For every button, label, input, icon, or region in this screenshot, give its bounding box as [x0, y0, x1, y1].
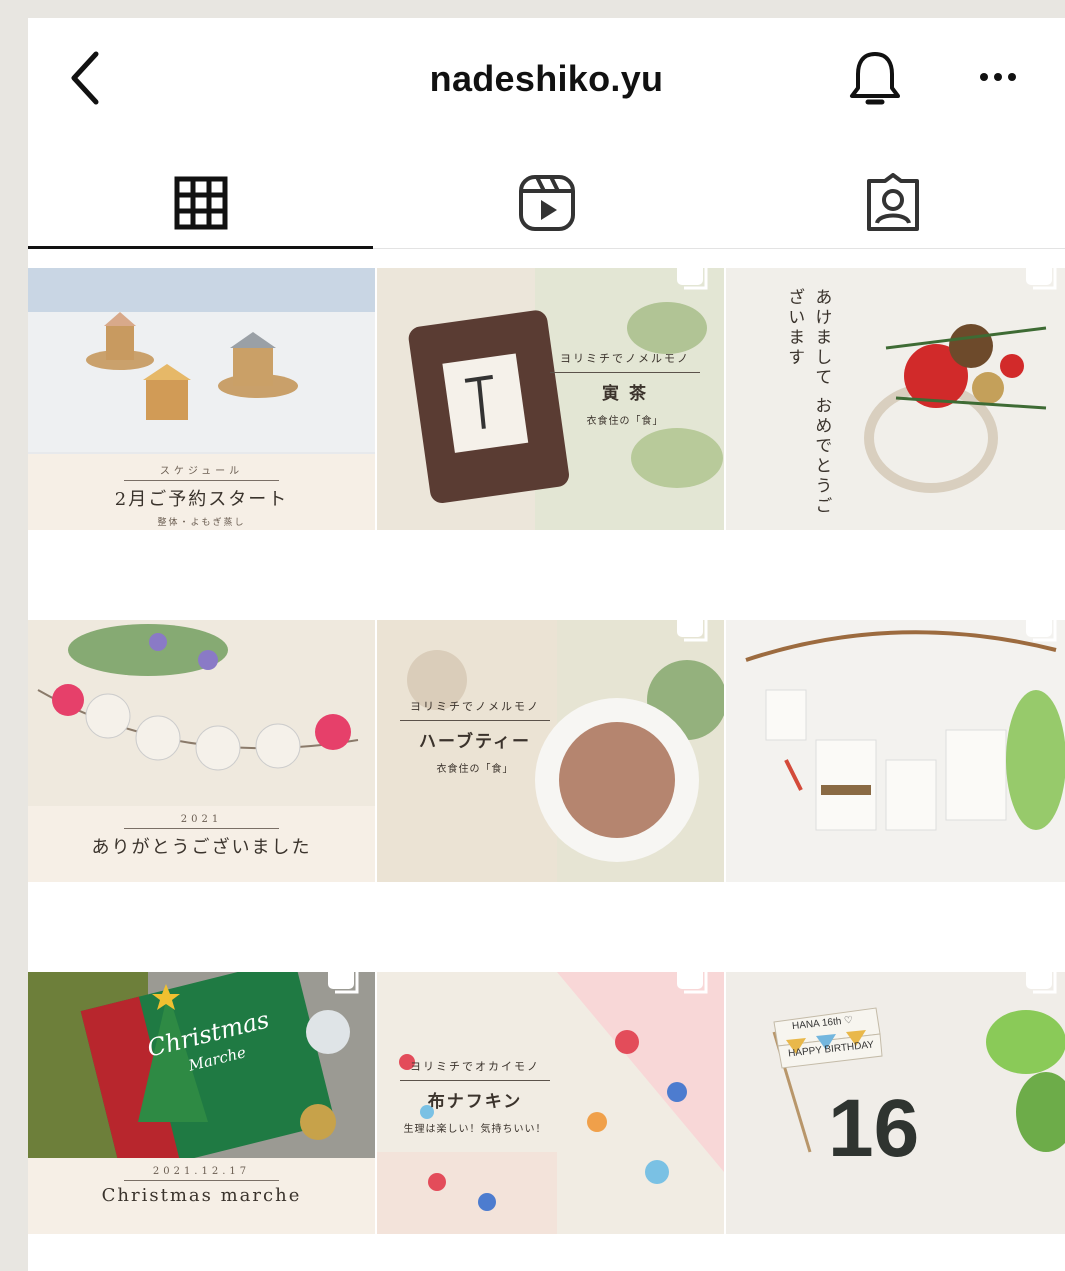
multiple-photos-icon — [1026, 268, 1057, 290]
post-overlay-text: ヨリミチでオカイモノ 布ナフキン 生理は楽しい！気持ちいい！ — [395, 1058, 555, 1135]
post-caption-band: 2021.12.17 Christmas marche — [28, 1158, 375, 1234]
more-horizontal-icon — [980, 73, 1016, 81]
multiple-photos-icon — [1026, 972, 1057, 994]
post-overlay-text: ヨリミチでノメルモノ 寅 茶 衣食住の「食」 — [545, 350, 705, 427]
divider — [400, 720, 550, 721]
profile-header: nadeshiko.yu — [28, 18, 1065, 138]
multiple-photos-icon — [677, 972, 708, 994]
post-tile[interactable] — [726, 620, 1065, 882]
page-title: nadeshiko.yu — [429, 58, 664, 99]
post-tile[interactable]: あけまして おめでとうございます — [726, 268, 1065, 530]
post-caption-main: 布ナフキン — [427, 1092, 523, 1112]
post-tile[interactable]: ヨリミチでノメルモノ ハーブティー 衣食住の「食」 — [377, 620, 724, 882]
post-caption-sub: 衣食住の「食」 — [586, 416, 664, 427]
multiple-photos-icon — [328, 972, 359, 994]
divider — [124, 828, 279, 829]
post-image — [726, 268, 1065, 530]
post-caption-small: 2021 — [180, 814, 223, 825]
bell-icon — [850, 52, 900, 105]
grid-icon — [174, 176, 227, 230]
post-tile[interactable]: 2021 ありがとうございました — [28, 620, 375, 882]
post-caption-sub: 生理は楽しい！気持ちいい！ — [403, 1124, 547, 1135]
post-caption-band: スケジュール 2月ご予約スタート 整体・よもぎ蒸し — [28, 454, 375, 530]
post-caption-main: Christmas marche — [101, 1185, 302, 1206]
tab-posts[interactable] — [28, 158, 373, 249]
notifications-button[interactable] — [846, 48, 904, 112]
post-caption-main: 2月ご予約スタート — [114, 489, 289, 510]
post-tile[interactable]: Christmas Marche 2021.12.17 Christmas ma… — [28, 972, 375, 1234]
post-caption-sub: 衣食住の「食」 — [436, 764, 514, 775]
post-tile[interactable]: スケジュール 2月ご予約スタート 整体・よもぎ蒸し — [28, 268, 375, 530]
post-tile[interactable]: HANA 16th ♡ HAPPY BIRTHDAY 16 — [726, 972, 1065, 1234]
post-image — [726, 620, 1065, 882]
post-caption-small: 2021.12.17 — [152, 1166, 251, 1177]
post-caption-small: スケジュール — [159, 466, 244, 477]
profile-screen: nadeshiko.yu スケジュール 2月ご予約スタート 整体・よもぎ蒸し ヨ… — [28, 18, 1065, 1271]
post-caption-main: ハーブティー — [419, 732, 531, 752]
more-options-button[interactable] — [972, 62, 1024, 92]
post-caption-small: ヨリミチでノメルモノ — [410, 700, 540, 713]
post-vertical-text: あけまして おめでとうございます — [780, 288, 834, 518]
tab-tagged[interactable] — [720, 158, 1065, 248]
post-caption-sub: 整体・よもぎ蒸し — [157, 518, 246, 528]
post-caption-main: あけまして — [811, 288, 832, 388]
reels-icon — [518, 175, 575, 231]
post-caption-small: ヨリミチでノメルモノ — [560, 352, 690, 365]
tab-reels[interactable] — [374, 158, 719, 248]
birthday-number: 16 — [828, 1083, 920, 1174]
post-caption-main: 寅 茶 — [602, 384, 648, 404]
post-caption-main: ありがとうございました — [91, 837, 312, 858]
divider — [550, 372, 700, 373]
post-caption-small: ヨリミチでオカイモノ — [410, 1060, 540, 1073]
multiple-photos-icon — [677, 268, 708, 290]
profile-tabs — [28, 158, 1065, 249]
divider — [124, 480, 279, 481]
multiple-photos-icon — [1026, 620, 1057, 642]
post-overlay-text: ヨリミチでノメルモノ ハーブティー 衣食住の「食」 — [395, 698, 555, 775]
divider — [124, 1180, 279, 1181]
divider — [400, 1080, 550, 1081]
post-caption-band: 2021 ありがとうございました — [28, 806, 375, 882]
post-tile[interactable]: ヨリミチでノメルモノ 寅 茶 衣食住の「食」 — [377, 268, 724, 530]
multiple-photos-icon — [677, 620, 708, 642]
post-tile[interactable]: ヨリミチでオカイモノ 布ナフキン 生理は楽しい！気持ちいい！ — [377, 972, 724, 1234]
tagged-user-icon — [866, 173, 919, 231]
